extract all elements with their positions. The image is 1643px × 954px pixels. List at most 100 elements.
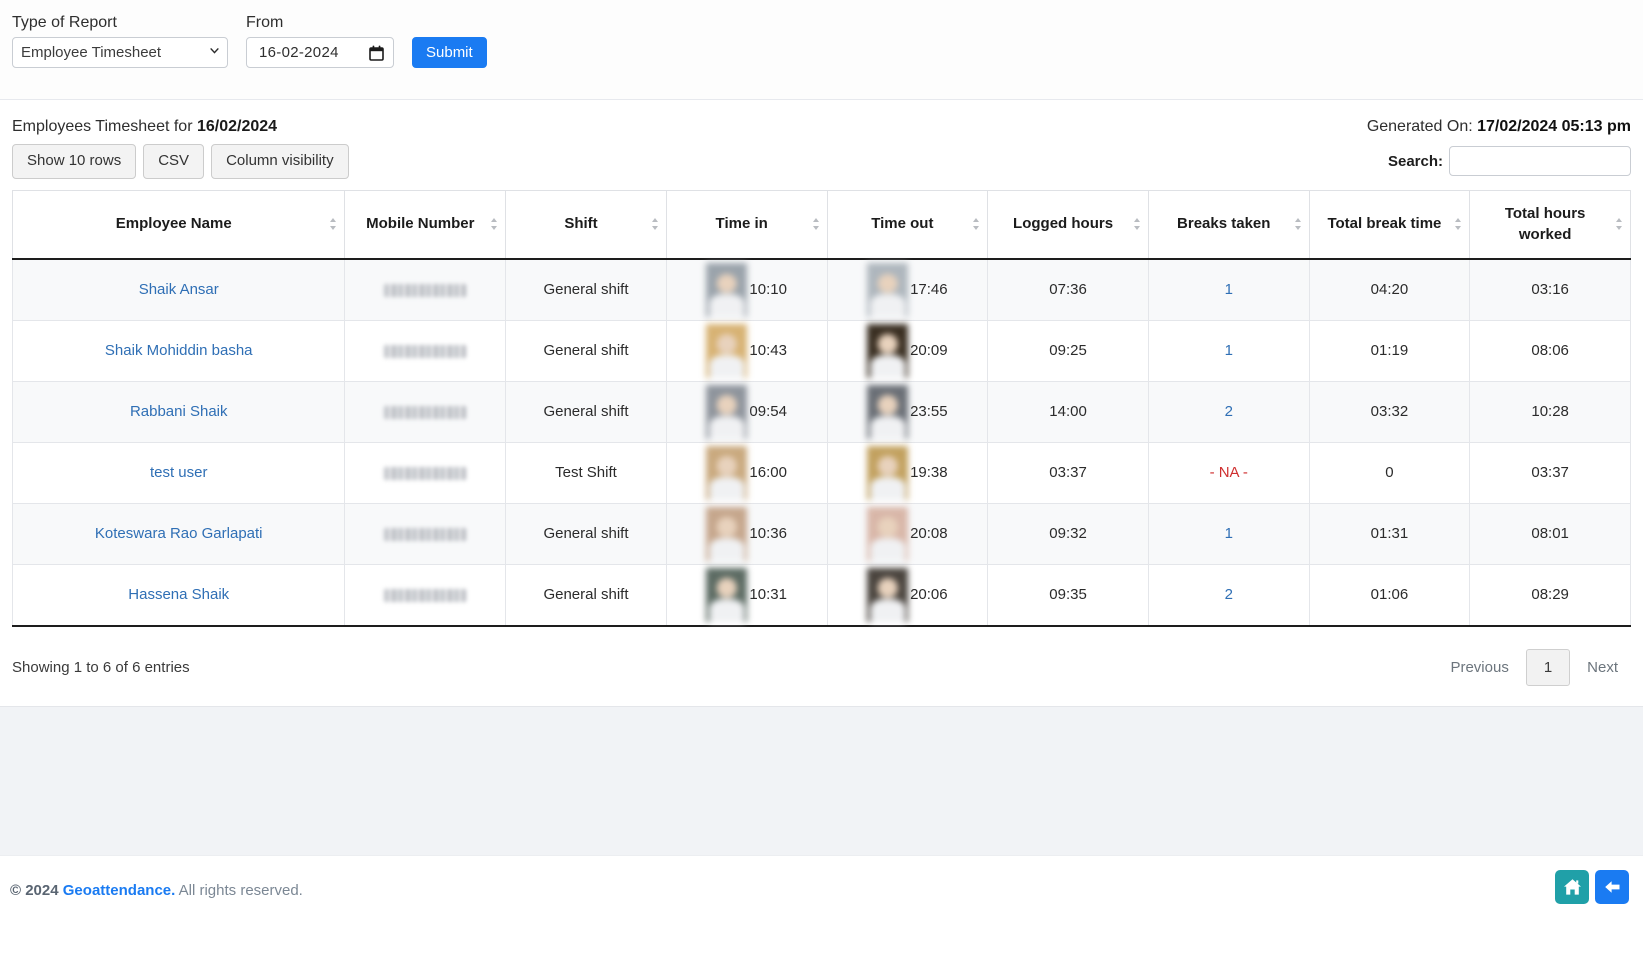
cell-mobile-number: [345, 259, 506, 320]
timesheet-table: Employee Name Mobile Number: [12, 190, 1631, 626]
redacted-mobile-number: [384, 589, 466, 602]
cell-time-in: 16:00: [666, 442, 827, 503]
arrow-left-icon: [1603, 878, 1622, 896]
cell-total-hours-worked: 03:37: [1470, 442, 1631, 503]
table-tools-row: Show 10 rows CSV Column visibility Searc…: [12, 144, 1631, 179]
employee-photo[interactable]: [706, 263, 747, 317]
sort-icon: [1133, 218, 1141, 231]
sort-icon: [651, 218, 659, 231]
calendar-icon[interactable]: [369, 45, 384, 61]
cell-logged-hours: 09:32: [988, 503, 1149, 564]
pagination-previous[interactable]: Previous: [1437, 652, 1521, 683]
employee-photo[interactable]: [867, 446, 908, 500]
back-button[interactable]: [1595, 870, 1629, 904]
time-value: 19:38: [910, 464, 948, 481]
cell-time-in: 09:54: [666, 381, 827, 442]
table-body: Shaik AnsarGeneral shift10:1017:4607:361…: [13, 259, 1631, 625]
cell-logged-hours: 09:35: [988, 564, 1149, 625]
employee-name-link[interactable]: Shaik Ansar: [139, 281, 219, 298]
column-visibility-button[interactable]: Column visibility: [211, 144, 349, 179]
employee-name-link[interactable]: Shaik Mohiddin basha: [105, 342, 253, 359]
column-header-breaks-taken[interactable]: Breaks taken: [1148, 190, 1309, 259]
employee-name-link[interactable]: Koteswara Rao Garlapati: [95, 525, 263, 542]
column-header-logged-hours[interactable]: Logged hours: [988, 190, 1149, 259]
sort-icon: [329, 218, 337, 231]
cell-total-break-time: 01:31: [1309, 503, 1470, 564]
employee-photo[interactable]: [706, 507, 747, 561]
pagination-page-1[interactable]: 1: [1526, 649, 1570, 686]
column-label: Shift: [564, 215, 597, 232]
cell-total-hours-worked: 10:28: [1470, 381, 1631, 442]
redacted-mobile-number: [384, 528, 466, 541]
employee-photo[interactable]: [867, 507, 908, 561]
breaks-taken-na: - NA -: [1210, 464, 1248, 481]
from-date-value: 16-02-2024: [247, 44, 339, 61]
cell-employee-name: Koteswara Rao Garlapati: [13, 503, 345, 564]
floating-action-buttons: [1555, 870, 1629, 904]
employee-photo[interactable]: [706, 446, 747, 500]
pagination: Previous 1 Next: [1437, 649, 1631, 686]
cell-time-in: 10:31: [666, 564, 827, 625]
submit-button[interactable]: Submit: [412, 37, 487, 68]
brand-name: Geoattendance.: [63, 882, 176, 899]
breaks-taken-link[interactable]: 1: [1225, 525, 1233, 542]
sort-icon: [1294, 218, 1302, 231]
cell-time-out: 19:38: [827, 442, 988, 503]
column-header-time-in[interactable]: Time in: [666, 190, 827, 259]
search-input[interactable]: [1449, 146, 1631, 176]
column-label: Mobile Number: [366, 215, 474, 232]
employee-name-link[interactable]: Hassena Shaik: [128, 586, 229, 603]
column-header-total-break-time[interactable]: Total break time: [1309, 190, 1470, 259]
search-label: Search:: [1388, 153, 1443, 170]
generated-on: Generated On: 17/02/2024 05:13 pm: [1367, 118, 1631, 136]
sort-icon: [812, 218, 820, 231]
time-value: 10:10: [749, 281, 787, 298]
cell-employee-name: Rabbani Shaik: [13, 381, 345, 442]
breaks-taken-link[interactable]: 1: [1225, 281, 1233, 298]
cell-shift: General shift: [506, 320, 667, 381]
from-date-label: From: [246, 14, 394, 32]
table-row: Shaik Mohiddin basha General shift10:43 20…: [13, 320, 1631, 381]
time-value: 10:36: [749, 525, 787, 542]
column-label: Total hours worked: [1505, 205, 1586, 244]
cell-time-out: 20:09: [827, 320, 988, 381]
column-header-mobile-number[interactable]: Mobile Number: [345, 190, 506, 259]
column-header-shift[interactable]: Shift: [506, 190, 667, 259]
cell-breaks-taken: 2: [1148, 564, 1309, 625]
table-header: Employee Name Mobile Number: [13, 190, 1631, 259]
csv-export-button[interactable]: CSV: [143, 144, 204, 179]
breaks-taken-link[interactable]: 1: [1225, 342, 1233, 359]
employee-name-link[interactable]: Rabbani Shaik: [130, 403, 228, 420]
show-rows-button[interactable]: Show 10 rows: [12, 144, 136, 179]
cell-time-in: 10:43: [666, 320, 827, 381]
from-date-field: From 16-02-2024: [246, 14, 394, 68]
employee-photo[interactable]: [706, 385, 747, 439]
report-type-select[interactable]: Employee Timesheet: [12, 37, 228, 68]
employee-photo[interactable]: [867, 324, 908, 378]
cell-time-out: 20:06: [827, 564, 988, 625]
column-header-time-out[interactable]: Time out: [827, 190, 988, 259]
pagination-next[interactable]: Next: [1574, 652, 1631, 683]
employee-photo[interactable]: [867, 385, 908, 439]
from-date-input[interactable]: 16-02-2024: [246, 37, 394, 68]
employee-photo[interactable]: [867, 568, 908, 622]
table-row: test userTest Shift16:0019:3803:37- NA -…: [13, 442, 1631, 503]
cell-employee-name: test user: [13, 442, 345, 503]
breaks-taken-link[interactable]: 2: [1225, 586, 1233, 603]
time-value: 20:09: [910, 342, 948, 359]
column-header-employee-name[interactable]: Employee Name: [13, 190, 345, 259]
sort-icon: [1454, 218, 1462, 231]
employee-photo[interactable]: [867, 263, 908, 317]
home-button[interactable]: [1555, 870, 1589, 904]
column-header-total-hours-worked[interactable]: Total hours worked: [1470, 190, 1631, 259]
time-value: 20:08: [910, 525, 948, 542]
page-background-area: [0, 706, 1643, 864]
employee-photo[interactable]: [706, 568, 747, 622]
employee-name-link[interactable]: test user: [150, 464, 208, 481]
cell-employee-name: Shaik Mohiddin basha: [13, 320, 345, 381]
employee-photo[interactable]: [706, 324, 747, 378]
time-value: 23:55: [910, 403, 948, 420]
cell-time-in: 10:10: [666, 259, 827, 320]
table-footer: Showing 1 to 6 of 6 entries Previous 1 N…: [12, 625, 1631, 706]
breaks-taken-link[interactable]: 2: [1225, 403, 1233, 420]
